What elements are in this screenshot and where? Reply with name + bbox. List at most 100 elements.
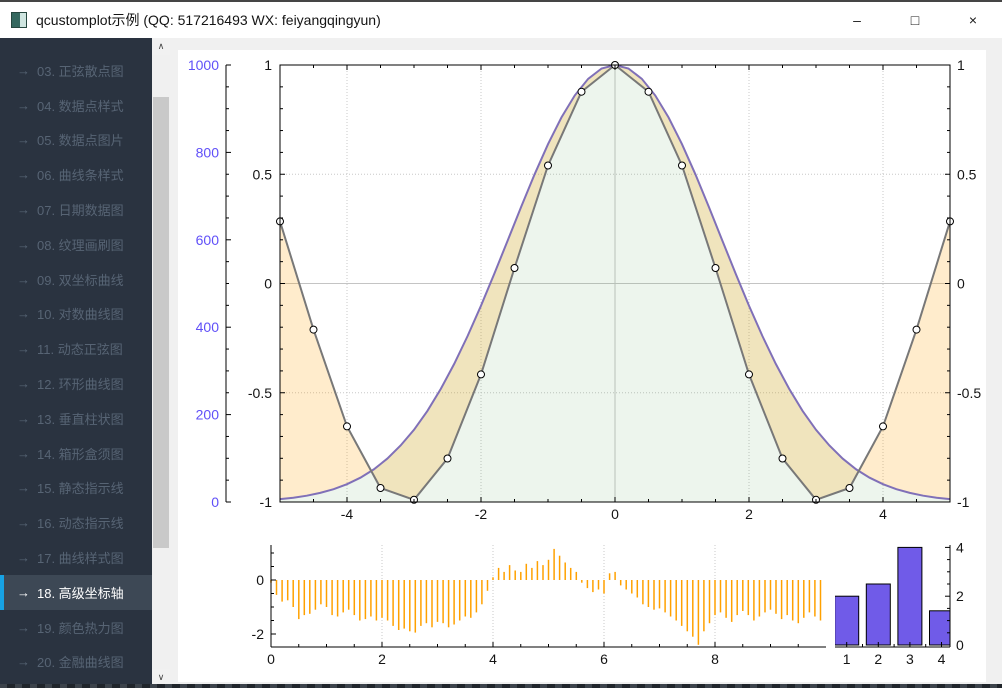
sidebar-item-label: 04. 数据点样式 [37, 96, 124, 115]
arrow-icon: → [17, 272, 30, 287]
sidebar-menu: →03. 正弦散点图→04. 数据点样式→05. 数据点图片→06. 曲线条样式… [0, 38, 152, 679]
qcustomplot-widget[interactable]: -4-2024-1-0.500.51-1-0.500.5102004006008… [178, 50, 986, 682]
sidebar-item-label: 14. 箱形盒须图 [37, 444, 124, 463]
sidebar-item-13[interactable]: → 13. 垂直柱状图 [0, 401, 152, 436]
svg-text:0: 0 [267, 651, 275, 667]
sidebar-item-20[interactable]: → 20. 金融曲线图 [0, 645, 152, 680]
svg-text:-0.5: -0.5 [957, 385, 981, 401]
arrow-icon: → [17, 202, 30, 217]
svg-text:-2: -2 [475, 506, 488, 522]
sidebar-scrollbar[interactable]: ∧ ∨ [152, 38, 170, 686]
sidebar-item-label: 11. 动态正弦图 [37, 339, 123, 358]
svg-text:0: 0 [611, 506, 619, 522]
impulse-stems [271, 549, 821, 645]
svg-text:-4: -4 [341, 506, 354, 522]
svg-text:0: 0 [211, 494, 219, 510]
close-button[interactable]: × [944, 2, 1002, 38]
sidebar-item-16[interactable]: →16. 动态指示线 [0, 505, 152, 540]
maximize-button[interactable]: □ [886, 2, 944, 38]
arrow-icon: → [17, 480, 30, 495]
svg-text:4: 4 [938, 651, 946, 667]
svg-text:2: 2 [874, 651, 882, 667]
svg-text:4: 4 [879, 506, 887, 522]
scroll-up-icon[interactable]: ∧ [152, 38, 170, 55]
sidebar-item-label: 03. 正弦散点图 [37, 61, 124, 80]
window-controls: – □ × [828, 2, 1002, 38]
sidebar-item-15[interactable]: → 15. 静态指示线 [0, 471, 152, 506]
app-icon [11, 12, 27, 28]
svg-text:2: 2 [378, 651, 386, 667]
svg-text:1: 1 [843, 651, 851, 667]
sidebar-item-12[interactable]: → 12. 环形曲线图 [0, 366, 152, 401]
sidebar-item-11[interactable]: → 11. 动态正弦图 [0, 331, 152, 366]
sidebar-item-label: 09. 双坐标曲线 [37, 270, 124, 289]
scrollbar-thumb[interactable] [153, 97, 169, 548]
svg-text:1: 1 [957, 57, 965, 73]
sidebar-item-label: 08. 纹理画刷图 [37, 235, 124, 254]
arrow-icon: → [17, 620, 30, 635]
svg-text:0.5: 0.5 [957, 166, 977, 182]
svg-text:4: 4 [956, 539, 964, 555]
plot-canvas[interactable]: -4-2024-1-0.500.51-1-0.500.5102004006008… [178, 50, 986, 682]
main-plot: -4-2024-1-0.500.51-1-0.500.5102004006008… [188, 57, 981, 522]
arrow-icon: → [17, 550, 30, 565]
svg-text:-1: -1 [957, 494, 970, 510]
sidebar-item-04[interactable]: →04. 数据点样式 [0, 88, 152, 123]
sidebar-item-17[interactable]: → 17. 曲线样式图 [0, 540, 152, 575]
sidebar-item-19[interactable]: →19. 颜色热力图 [0, 610, 152, 645]
window-title: qcustomplot示例 (QQ: 517216493 WX: feiyang… [36, 10, 381, 30]
arrow-icon: → [17, 63, 30, 78]
sidebar-item-label: 12. 环形曲线图 [37, 374, 124, 393]
svg-text:200: 200 [196, 407, 220, 423]
minimize-button[interactable]: – [828, 2, 886, 38]
arrow-icon: → [17, 237, 30, 252]
svg-text:6: 6 [600, 651, 608, 667]
arrow-icon: → [17, 654, 30, 669]
svg-text:4: 4 [489, 651, 497, 667]
sidebar: →03. 正弦散点图→04. 数据点样式→05. 数据点图片→06. 曲线条样式… [0, 38, 170, 688]
svg-text:400: 400 [196, 319, 220, 335]
arrow-icon: → [17, 341, 30, 356]
svg-text:0: 0 [256, 572, 264, 588]
sidebar-item-label: 18. 高级坐标轴 [37, 583, 124, 602]
sidebar-item-08[interactable]: → 08. 纹理画刷图 [0, 227, 152, 262]
arrow-icon: → [17, 376, 30, 391]
sidebar-item-label: 15. 静态指示线 [37, 478, 124, 497]
sidebar-item-label: 13. 垂直柱状图 [37, 409, 124, 428]
svg-text:800: 800 [196, 144, 220, 160]
arrow-icon: → [17, 515, 30, 530]
svg-text:-1: -1 [260, 494, 273, 510]
sidebar-item-06[interactable]: → 06. 曲线条样式 [0, 157, 152, 192]
sidebar-item-label: 07. 日期数据图 [37, 200, 124, 219]
sidebar-item-14[interactable]: →14. 箱形盒须图 [0, 436, 152, 471]
arrow-icon: → [17, 132, 30, 147]
arrow-icon: → [17, 411, 30, 426]
sidebar-item-07[interactable]: → 07. 日期数据图 [0, 192, 152, 227]
bar-subplot: 1234024 [835, 539, 964, 667]
sidebar-item-label: 10. 对数曲线图 [37, 304, 124, 323]
arrow-icon: → [17, 167, 30, 182]
sidebar-item-label: 17. 曲线样式图 [37, 548, 124, 567]
svg-text:1: 1 [264, 57, 272, 73]
sidebar-item-label: 06. 曲线条样式 [37, 165, 124, 184]
sidebar-item-05[interactable]: → 05. 数据点图片 [0, 123, 152, 158]
svg-text:3: 3 [906, 651, 914, 667]
svg-text:0: 0 [264, 276, 272, 292]
svg-text:-2: -2 [252, 626, 265, 642]
sidebar-item-18[interactable]: →18. 高级坐标轴 [0, 575, 152, 610]
svg-text:-0.5: -0.5 [248, 385, 272, 401]
titlebar[interactable]: qcustomplot示例 (QQ: 517216493 WX: feiyang… [0, 2, 1002, 38]
sidebar-item-label: 20. 金融曲线图 [37, 652, 124, 671]
background-window-strip [0, 684, 1002, 688]
sidebar-item-10[interactable]: →10. 对数曲线图 [0, 297, 152, 332]
svg-text:1000: 1000 [188, 57, 219, 73]
sidebar-item-09[interactable]: → 09. 双坐标曲线 [0, 262, 152, 297]
svg-text:0.5: 0.5 [253, 166, 273, 182]
bars [835, 547, 954, 645]
svg-text:8: 8 [711, 651, 719, 667]
svg-text:0: 0 [956, 637, 964, 653]
svg-text:0: 0 [957, 276, 965, 292]
sidebar-item-label: 05. 数据点图片 [37, 130, 124, 149]
sidebar-item-03[interactable]: → 03. 正弦散点图 [0, 53, 152, 88]
app-window: qcustomplot示例 (QQ: 517216493 WX: feiyang… [0, 0, 1002, 688]
